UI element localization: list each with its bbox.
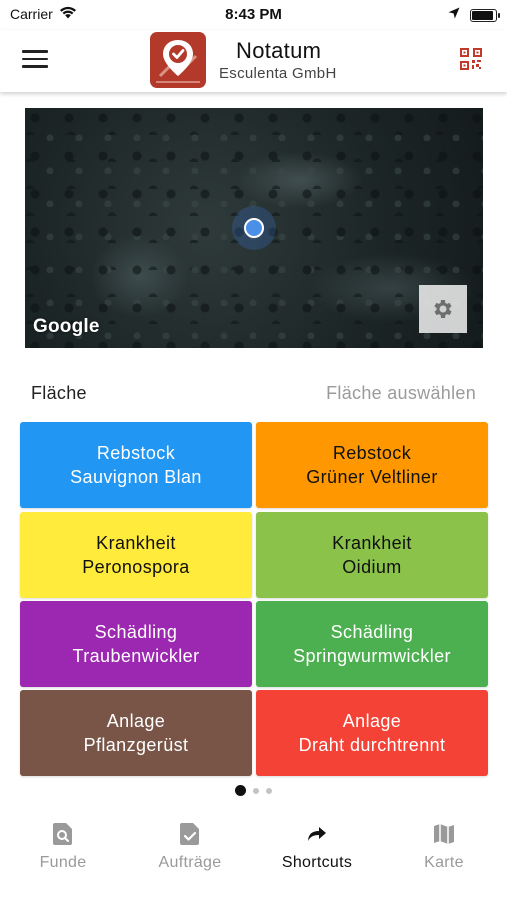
nav-item-auftraege[interactable]: Aufträge [127,818,253,872]
menu-icon-bar [22,65,48,68]
shortcut-detail: Pflanzgerüst [83,735,189,755]
page-indicator [0,785,507,796]
share-arrow-icon [308,827,326,841]
shortcut-tile[interactable]: Rebstock Sauvignon Blan [20,422,252,508]
shortcut-category: Anlage [106,711,166,731]
battery-icon [470,8,500,22]
shortcut-detail: Oidium [342,557,402,577]
logo-pin-check-icon [156,40,200,83]
shortcut-detail: Springwurmwickler [293,646,451,666]
map-icon [434,824,454,844]
nav-label: Aufträge [158,854,222,871]
area-select-button[interactable]: Fläche auswählen [326,383,476,404]
app-title: Notatum [236,38,322,63]
map-attribution: Google [33,316,100,337]
qr-code-icon [460,48,482,70]
map-view[interactable]: Google [25,108,483,348]
page-dot[interactable] [266,787,272,794]
shortcut-tile[interactable]: Rebstock Grüner Veltliner [256,422,488,508]
location-dot-icon [244,218,264,238]
app-header: Notatum Esculenta GmbH [0,30,507,92]
map-settings-button[interactable] [419,285,467,333]
menu-icon-bar [22,57,48,60]
battery-fill [472,10,493,20]
qr-code-button[interactable] [460,48,482,70]
menu-button[interactable] [22,50,48,70]
shortcut-detail: Sauvignon Blan [70,467,202,487]
page-dot[interactable] [253,787,259,794]
shortcut-detail: Traubenwickler [72,646,200,666]
shortcut-tile[interactable]: Schädling Springwurmwickler [256,601,488,687]
shortcut-category: Rebstock [96,443,176,463]
shortcut-category: Anlage [342,711,402,731]
app-logo [150,32,206,88]
shortcut-category: Rebstock [332,443,412,463]
gear-icon [434,300,452,318]
area-label: Fläche [31,383,87,403]
location-arrow-icon [448,6,460,24]
shortcut-tile[interactable]: Schädling Traubenwickler [20,601,252,687]
page-dot[interactable] [235,785,246,796]
search-document-icon [53,823,72,845]
shortcut-category: Krankheit [332,533,412,553]
shortcut-detail: Grüner Veltliner [306,467,438,487]
nav-item-karte[interactable]: Karte [381,818,507,872]
shortcut-tile[interactable]: Krankheit Oidium [256,512,488,598]
shortcut-detail: Peronospora [82,557,190,577]
nav-item-shortcuts[interactable]: Shortcuts [254,818,380,872]
area-row: Fläche Fläche auswählen [0,380,507,406]
shortcut-tile[interactable]: Krankheit Peronospora [20,512,252,598]
bottom-navigation: Funde Aufträge Shortcuts Karte [0,808,507,900]
shortcut-category: Krankheit [96,533,176,553]
menu-icon-bar [22,50,48,53]
shortcut-detail: Draht durchtrennt [298,735,446,755]
nav-label: Funde [39,854,87,871]
status-time: 8:43 PM [225,6,282,23]
company-name: Esculenta GmbH [219,65,337,82]
shortcut-tile[interactable]: Anlage Draht durchtrennt [256,690,488,776]
status-right-group [448,6,500,24]
nav-item-funde[interactable]: Funde [0,818,126,872]
shortcut-category: Schädling [330,622,414,642]
nav-label: Karte [424,854,464,871]
shortcut-category: Schädling [94,622,178,642]
nav-label: Shortcuts [281,854,353,871]
checked-document-icon [180,823,199,845]
status-bar: Carrier 8:43 PM [0,0,507,30]
shortcut-tile[interactable]: Anlage Pflanzgerüst [20,690,252,776]
